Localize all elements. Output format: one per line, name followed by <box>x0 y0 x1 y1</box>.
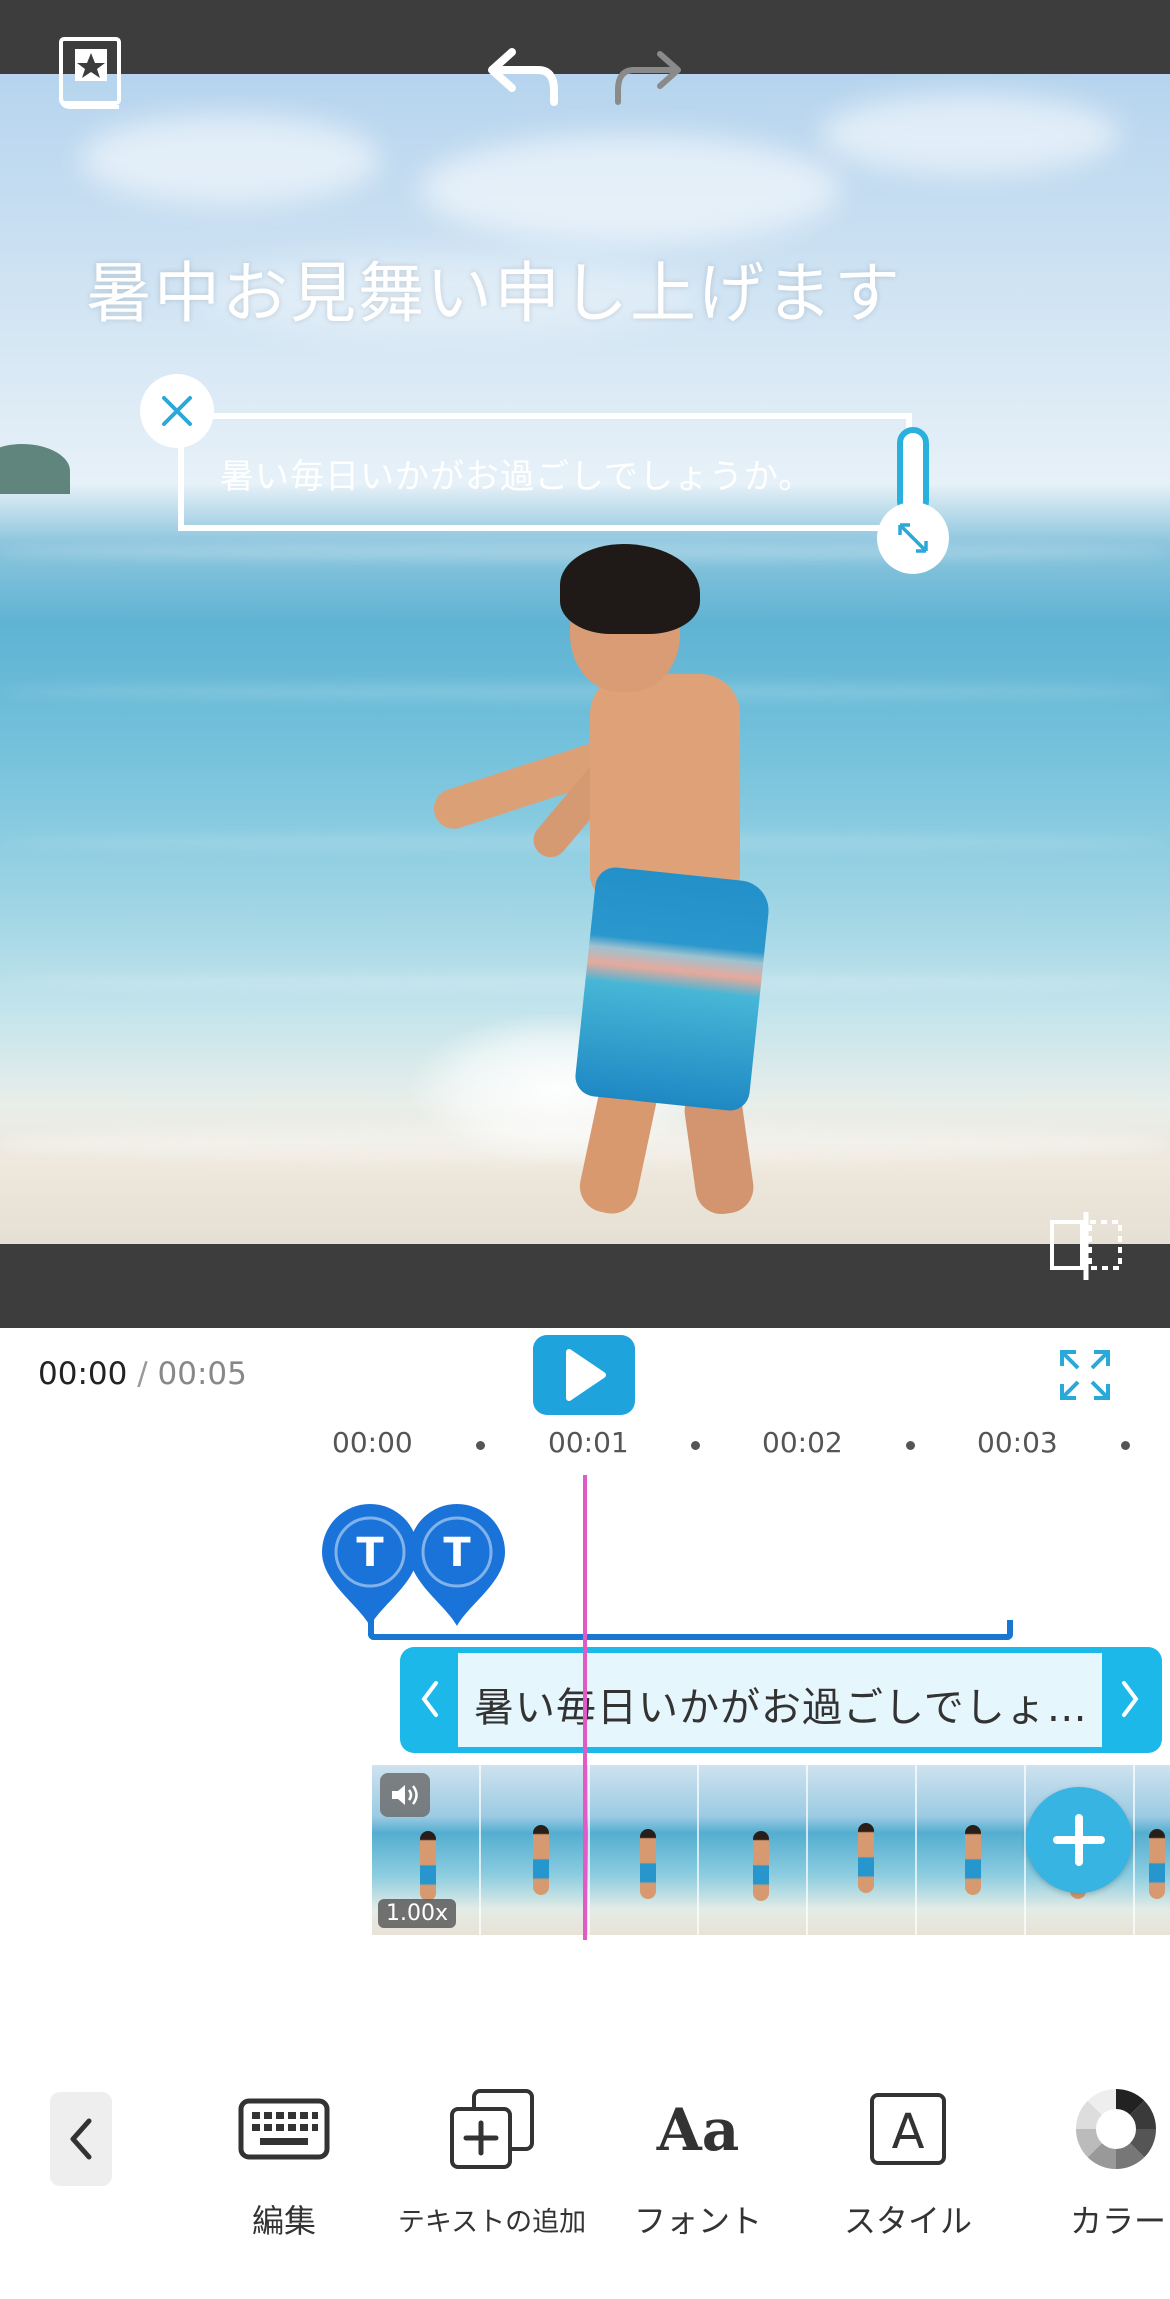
fullscreen-icon[interactable] <box>1058 1348 1112 1402</box>
timeline-tick-dot <box>476 1441 485 1450</box>
tool-font[interactable]: Aa フォント <box>598 2084 798 2244</box>
tool-label: 編集 <box>251 2202 316 2240</box>
video-frame <box>590 1765 699 1935</box>
tool-add-text[interactable]: テキストの追加 <box>392 2084 592 2244</box>
clip-trim-left-handle[interactable] <box>410 1669 450 1729</box>
timeline-tick: 00:01 <box>548 1426 629 1459</box>
tool-label: スタイル <box>843 2202 972 2240</box>
video-frame <box>481 1765 590 1935</box>
tool-label: フォント <box>633 2202 762 2240</box>
tool-edit[interactable]: 編集 <box>184 2084 384 2244</box>
time-separator: / <box>127 1356 158 1392</box>
keyboard-icon <box>234 2084 334 2174</box>
svg-text:Aa: Aa <box>656 2096 740 2164</box>
text-clip-label: 暑い毎日いかがお過ごしでしょ… <box>474 1685 1088 1731</box>
clip-trim-right-handle[interactable] <box>1110 1669 1150 1729</box>
delete-text-button[interactable] <box>140 374 214 448</box>
resize-text-button[interactable] <box>877 502 949 574</box>
redo-icon[interactable] <box>612 40 694 110</box>
timeline-tick-dot <box>1121 1441 1130 1450</box>
text-clip[interactable]: 暑い毎日いかがお過ごしでしょ… <box>400 1647 1162 1753</box>
chevron-left-icon <box>70 2118 92 2160</box>
title-text-overlay[interactable]: 暑中お見舞い申し上げます <box>86 240 986 336</box>
compare-icon[interactable] <box>1048 1210 1124 1282</box>
toolbar-back-button[interactable] <box>50 2092 112 2186</box>
color-icon <box>1066 2084 1166 2174</box>
timeline-tick-dot <box>691 1441 700 1450</box>
resize-icon <box>898 523 928 553</box>
add-text-icon <box>442 2084 542 2174</box>
style-icon: A <box>858 2084 958 2174</box>
playhead[interactable] <box>583 1475 587 1940</box>
timeline-tick: 00:02 <box>762 1426 843 1459</box>
selected-text-overlay[interactable]: 暑い毎日いかがお過ごしでしょうか。 <box>220 449 813 498</box>
tool-style[interactable]: A スタイル <box>808 2084 1008 2244</box>
undo-icon[interactable] <box>478 40 560 110</box>
text-marker[interactable]: T <box>405 1500 509 1628</box>
text-marker-label: T <box>443 1530 471 1576</box>
add-clip-button[interactable] <box>1026 1787 1132 1893</box>
time-display: 00:00 / 00:05 <box>38 1356 247 1392</box>
play-icon <box>566 1349 606 1401</box>
timeline-tick: 00:03 <box>977 1426 1058 1459</box>
play-button[interactable] <box>533 1335 635 1415</box>
current-time: 00:00 <box>38 1356 128 1392</box>
selected-text-box[interactable]: 暑い毎日いかがお過ごしでしょうか。 <box>178 413 912 531</box>
video-frame <box>808 1765 917 1935</box>
speaker-icon <box>392 1785 418 1805</box>
svg-text:A: A <box>892 2104 925 2160</box>
timeline-tick-dot <box>906 1441 915 1450</box>
video-frame <box>699 1765 808 1935</box>
close-icon <box>162 396 192 426</box>
text-clip-body[interactable]: 暑い毎日いかがお過ごしでしょ… <box>458 1653 1102 1747</box>
mute-toggle[interactable] <box>380 1773 430 1817</box>
chevron-right-icon <box>1122 1681 1139 1717</box>
font-icon: Aa <box>648 2084 748 2174</box>
total-time: 00:05 <box>157 1356 247 1392</box>
timeline-tick: 00:00 <box>332 1426 413 1459</box>
video-frame <box>1135 1765 1170 1935</box>
plus-icon <box>1053 1814 1105 1866</box>
tool-color[interactable]: カラー <box>1016 2084 1170 2244</box>
text-marker-label: T <box>356 1530 384 1576</box>
tool-label: カラー <box>1070 2202 1167 2240</box>
chevron-left-icon <box>421 1681 438 1717</box>
video-preview[interactable]: 暑中お見舞い申し上げます 暑い毎日いかがお過ごしでしょうか。 <box>0 0 1170 1328</box>
video-frame <box>917 1765 1026 1935</box>
tool-label: テキストの追加 <box>397 2207 587 2238</box>
album-star-icon[interactable] <box>55 35 127 113</box>
speed-badge[interactable]: 1.00x <box>378 1899 457 1928</box>
